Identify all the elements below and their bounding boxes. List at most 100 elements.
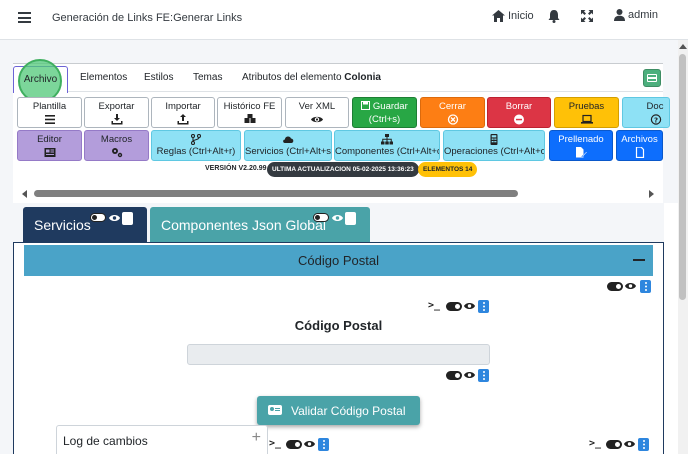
save-icon <box>361 101 371 110</box>
eye-icon[interactable] <box>464 302 475 310</box>
user-label: admin <box>628 9 658 21</box>
log-de-cambios-panel[interactable]: Log de cambios + <box>56 425 268 454</box>
more-options-icon[interactable] <box>122 212 133 225</box>
codigo-postal-input[interactable] <box>187 344 490 365</box>
more-options-icon[interactable] <box>318 438 329 451</box>
page-title: Generación de Links FE:Generar Links <box>52 12 243 24</box>
eye-icon[interactable] <box>624 440 635 448</box>
componentes-button[interactable]: Componentes (Ctrl+Alt+c) <box>334 130 440 161</box>
scrollbar-thumb[interactable] <box>34 190 518 197</box>
branch-icon <box>190 134 202 145</box>
terminal-icon[interactable]: >_ <box>269 438 281 449</box>
cloud-icon <box>283 136 294 143</box>
bell-icon[interactable] <box>548 10 560 23</box>
eye-icon[interactable] <box>332 214 343 222</box>
question-icon: ? <box>650 114 662 125</box>
ver-xml-button[interactable]: Ver XML <box>285 97 349 128</box>
scroll-left-icon[interactable] <box>22 190 27 198</box>
toggle-icon[interactable] <box>446 302 462 311</box>
upload-icon <box>177 114 189 125</box>
menu-tabs: Archivo Elementos Estilos Temas Atributo… <box>13 59 663 103</box>
tab-label: Atributos del elemento <box>242 72 342 83</box>
elements-count-badge: ELEMENTOS 14 <box>418 162 478 177</box>
boxes-icon <box>244 114 255 123</box>
user-icon <box>614 9 625 21</box>
more-options-icon[interactable] <box>345 212 356 225</box>
operaciones-button[interactable]: Operaciones (Ctrl+Alt+o) <box>443 130 545 161</box>
pruebas-button[interactable]: Pruebas <box>554 97 619 128</box>
newspaper-icon <box>44 148 55 157</box>
download-icon <box>111 114 122 125</box>
user-menu[interactable]: admin <box>614 9 658 21</box>
eye-icon[interactable] <box>464 371 475 379</box>
archivos-button[interactable]: Archivos <box>616 130 663 161</box>
tab-archivo[interactable]: Archivo <box>13 59 68 103</box>
cerrar-button[interactable]: Cerrar <box>420 97 485 128</box>
tab-temas[interactable]: Temas <box>193 72 222 83</box>
tab-element-name: Colonia <box>344 72 381 83</box>
reglas-button[interactable]: Reglas (Ctrl+Alt+r) <box>151 130 241 161</box>
terminal-icon[interactable]: >_ <box>428 300 440 311</box>
collapse-icon[interactable] <box>633 259 645 261</box>
panel-header[interactable]: Código Postal <box>24 245 653 276</box>
eye-icon <box>311 116 323 123</box>
vertical-scrollbar[interactable] <box>678 40 688 454</box>
scrollbar-thumb[interactable] <box>679 54 686 300</box>
toggle-icon[interactable] <box>313 213 329 222</box>
editor-card: Archivo Elementos Estilos Temas Atributo… <box>13 59 670 203</box>
close-circle-icon <box>447 114 458 125</box>
log-label: Log de cambios <box>63 434 148 448</box>
prellenado-button[interactable]: Prellenado <box>549 130 613 161</box>
scroll-right-icon[interactable] <box>649 190 654 198</box>
more-options-icon[interactable] <box>478 369 489 382</box>
terminal-icon[interactable]: >_ <box>589 438 601 449</box>
tab-componentes-label: Componentes Json Global <box>161 217 326 233</box>
scroll-up-icon[interactable] <box>679 44 687 49</box>
validar-codigo-postal-button[interactable]: Validar Código Postal <box>257 396 420 425</box>
exportar-button[interactable]: Exportar <box>84 97 149 128</box>
historico-fe-button[interactable]: Histórico FE <box>217 97 282 128</box>
horizontal-scrollbar[interactable] <box>13 189 663 199</box>
tab-atributos[interactable]: Atributos del elemento Colonia <box>242 72 381 83</box>
more-options-icon[interactable] <box>638 438 649 451</box>
doc-button[interactable]: Doc ? <box>622 97 670 128</box>
home-link[interactable]: Inicio <box>492 10 534 22</box>
servicios-button[interactable]: Servicios (Ctrl+Alt+s) <box>244 130 332 161</box>
eye-icon[interactable] <box>109 214 120 222</box>
calculator-icon <box>490 134 498 145</box>
home-label: Inicio <box>508 10 534 22</box>
toggle-icon[interactable] <box>607 282 623 291</box>
tab-elementos[interactable]: Elementos <box>80 72 127 83</box>
borrar-button[interactable]: Borrar <box>487 97 551 128</box>
tab-servicios-label: Servicios <box>34 217 91 233</box>
file-edit-icon <box>576 147 587 158</box>
editor-button[interactable]: Editor <box>17 130 82 161</box>
version-text: VERSIÓN V2.20.99 <box>205 165 267 172</box>
panel-header-title: Código Postal <box>298 253 379 268</box>
toggle-icon[interactable] <box>90 213 106 222</box>
importar-button[interactable]: Importar <box>151 97 215 128</box>
toggle-icon[interactable] <box>446 371 462 380</box>
plantilla-button[interactable]: Plantilla <box>17 97 82 128</box>
tab-estilos[interactable]: Estilos <box>144 72 173 83</box>
hamburger-menu-icon[interactable] <box>18 12 31 23</box>
macros-button[interactable]: Macros <box>84 130 149 161</box>
more-options-icon[interactable] <box>478 300 489 313</box>
window-icon <box>647 74 657 82</box>
layout-toggle-button[interactable] <box>643 69 661 87</box>
top-navbar: Generación de Links FE:Generar Links Ini… <box>0 0 688 40</box>
guardar-button[interactable]: Guardar (Ctrl+s) <box>352 97 417 128</box>
laptop-icon <box>580 114 593 124</box>
expand-plus-icon[interactable]: + <box>252 429 261 447</box>
svg-text:?: ? <box>654 116 658 124</box>
toggle-icon[interactable] <box>286 440 302 449</box>
list-icon <box>44 115 55 124</box>
tab-servicios[interactable]: Servicios <box>23 207 147 242</box>
fullscreen-icon[interactable] <box>581 10 593 22</box>
more-options-icon[interactable] <box>640 280 651 293</box>
eye-icon[interactable] <box>625 282 636 290</box>
tab-componentes-json-global[interactable]: Componentes Json Global <box>150 207 370 242</box>
eye-icon[interactable] <box>304 440 315 448</box>
toggle-icon[interactable] <box>606 440 622 449</box>
tab-label: Archivo <box>23 74 58 85</box>
